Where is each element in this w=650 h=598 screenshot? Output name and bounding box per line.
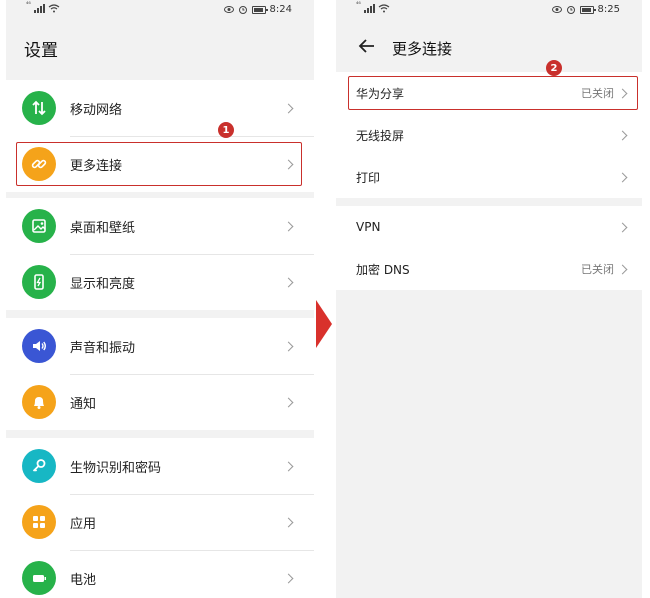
settings-item-mobile-network[interactable]: 移动网络 [6,80,314,136]
settings-item-label: 生物识别和密码 [70,460,162,476]
chevron-right-icon [617,130,628,140]
eye-icon [551,6,562,13]
settings-item-apps[interactable]: 应用 [6,494,314,550]
settings-group-display: 桌面和壁纸 显示和亮度 [6,198,314,310]
chevron-right-icon [283,397,294,407]
settings-item-label: 应用 [70,516,97,532]
item-label: 加密 DNS [356,262,410,277]
settings-screen: ⁴⁶ 8:24 设置 移动网络 更多连接 1 桌面和壁纸 显示和亮度 声音和振动… [6,0,314,598]
bell-icon [22,385,56,419]
settings-item-biometrics[interactable]: 生物识别和密码 [6,438,314,494]
encrypted-dns-item[interactable]: 加密 DNS 已关闭 [336,248,642,290]
status-time: 8:24 [269,4,292,15]
item-label: 无线投屏 [356,128,405,143]
step-badge: 2 [546,60,562,76]
page-header: 更多连接 [336,32,642,62]
network-type-label: ⁴⁶ [26,1,31,8]
page-title: 更多连接 [392,40,453,58]
highlight-box [16,142,302,186]
sound-icon [22,329,56,363]
display-icon [22,265,56,299]
chevron-right-icon [617,222,628,232]
settings-group-sound: 声音和振动 通知 [6,318,314,430]
apps-icon [22,505,56,539]
settings-item-battery[interactable]: 电池 [6,550,314,598]
settings-item-label: 桌面和壁纸 [70,220,136,236]
settings-item-wallpaper[interactable]: 桌面和壁纸 [6,198,314,254]
battery-icon [22,561,56,595]
chevron-right-icon [617,264,628,274]
settings-item-label: 移动网络 [70,102,123,118]
print-item[interactable]: 打印 [336,156,642,198]
item-label: VPN [356,220,381,234]
alarm-icon [566,6,575,14]
settings-item-label: 显示和亮度 [70,276,136,292]
status-time: 8:25 [597,4,620,15]
signal-icon [33,4,45,13]
settings-item-sound[interactable]: 声音和振动 [6,318,314,374]
settings-item-display[interactable]: 显示和亮度 [6,254,314,310]
chevron-right-icon [283,277,294,287]
chevron-right-icon [283,461,294,471]
wireless-projection-item[interactable]: 无线投屏 [336,114,642,156]
status-bar: ⁴⁶ 8:25 [336,0,642,24]
wifi-icon [48,4,60,13]
settings-item-label: 声音和振动 [70,340,136,356]
network-type-label: ⁴⁶ [356,1,361,8]
mobile-network-icon [22,91,56,125]
wallpaper-icon [22,209,56,243]
settings-item-notifications[interactable]: 通知 [6,374,314,430]
chevron-right-icon [283,573,294,583]
signal-icon [363,4,375,13]
wifi-icon [378,4,390,13]
chevron-right-icon [283,341,294,351]
chevron-right-icon [283,517,294,527]
battery-status-icon [579,5,596,14]
back-arrow-icon[interactable] [358,38,376,54]
connections-group-2: VPN 加密 DNS 已关闭 [336,206,642,290]
step-badge: 1 [218,122,234,138]
highlight-box [348,76,638,110]
settings-item-label: 电池 [70,572,97,588]
more-connections-screen: ⁴⁶ 8:25 更多连接 华为分享 已关闭 无线投屏 打印 2 VPN 加密 D… [336,0,642,598]
chevron-right-icon [283,221,294,231]
next-step-arrow-icon [316,300,332,348]
settings-item-label: 通知 [70,396,97,412]
status-bar: ⁴⁶ 8:24 [6,0,314,24]
chevron-right-icon [283,103,294,113]
chevron-right-icon [617,172,628,182]
battery-status-icon [251,5,268,14]
settings-group-security: 生物识别和密码 应用 电池 [6,438,314,598]
item-label: 打印 [356,170,381,185]
alarm-icon [238,6,247,14]
key-icon [22,449,56,483]
item-status: 已关闭 [581,263,614,276]
page-title: 设置 [24,41,58,61]
vpn-item[interactable]: VPN [336,206,642,248]
eye-icon [223,6,234,13]
